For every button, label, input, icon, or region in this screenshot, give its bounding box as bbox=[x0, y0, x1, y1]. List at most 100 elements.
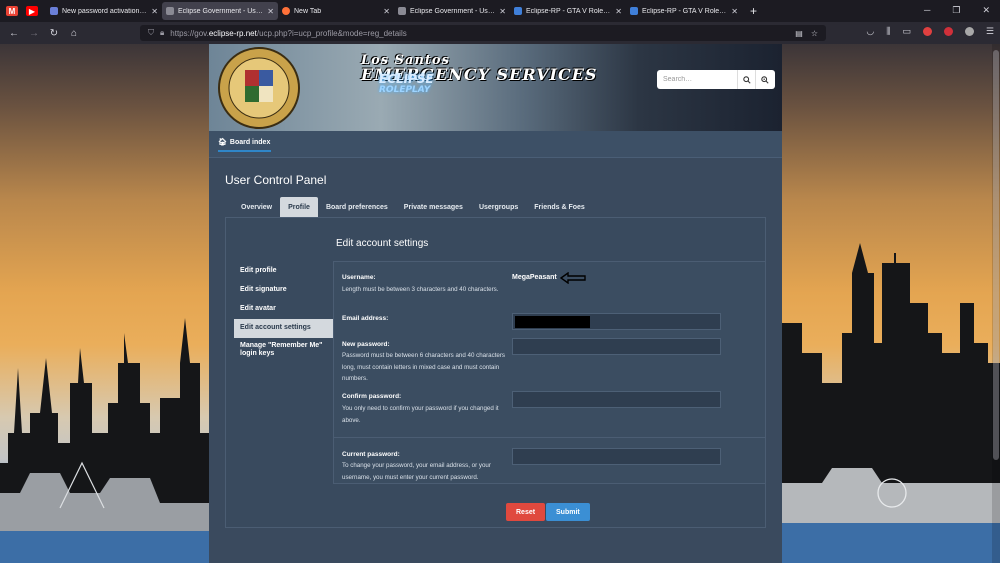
toolbar-right: ◡ ⫼ ▭ ☰ bbox=[866, 26, 994, 37]
close-window-icon[interactable]: ✕ bbox=[982, 5, 990, 16]
scrollbar-thumb[interactable] bbox=[993, 50, 999, 460]
search-button[interactable] bbox=[737, 70, 755, 89]
back-icon[interactable]: ← bbox=[4, 28, 24, 39]
menu-remember-me-keys[interactable]: Manage "Remember Me" login keys bbox=[234, 338, 336, 366]
username-value: MegaPeasant bbox=[512, 274, 557, 281]
search-icon bbox=[742, 75, 751, 84]
tab-title: Eclipse-RP - GTA V Roleplaying bbox=[642, 7, 729, 15]
tab-friends-foes[interactable]: Friends & Foes bbox=[526, 197, 593, 217]
ucp-tabs: Overview Profile Board preferences Priva… bbox=[233, 197, 593, 217]
lock-icon[interactable]: 🔒︎ bbox=[160, 28, 164, 38]
current-password-label: Current password: bbox=[342, 451, 400, 458]
arrow-left-icon bbox=[560, 272, 586, 284]
close-tab-icon[interactable]: ✕ bbox=[615, 7, 622, 16]
reload-icon[interactable]: ↻ bbox=[44, 28, 64, 39]
tab-title: Eclipse Government - User Con bbox=[410, 7, 496, 15]
tab-1[interactable]: Eclipse Government - User Con ✕ bbox=[162, 2, 278, 20]
tab-title: New password activation - dj bbox=[62, 7, 149, 15]
username-hint: Length must be between 3 characters and … bbox=[342, 286, 499, 293]
board-index-link[interactable]: 🏠︎ Board index bbox=[218, 138, 270, 147]
advanced-search-button[interactable] bbox=[755, 70, 773, 89]
eclipse-favicon-icon bbox=[630, 7, 638, 15]
close-tab-icon[interactable]: ✕ bbox=[151, 7, 158, 16]
firefox-favicon-icon bbox=[282, 7, 290, 15]
tab-overview[interactable]: Overview bbox=[233, 197, 280, 217]
tab-usergroups[interactable]: Usergroups bbox=[471, 197, 526, 217]
ucp-panel: Edit account settings Edit profile Edit … bbox=[225, 217, 766, 528]
profile-sidemenu: Edit profile Edit signature Edit avatar … bbox=[234, 262, 344, 366]
url-domain: eclipse-rp.net bbox=[208, 28, 257, 38]
tab-0[interactable]: New password activation - dj ✕ bbox=[46, 2, 162, 20]
menu-edit-profile[interactable]: Edit profile bbox=[234, 262, 336, 281]
search-input[interactable] bbox=[663, 76, 737, 83]
close-tab-icon[interactable]: ✕ bbox=[267, 7, 274, 16]
eclipse-logo-text: ECLIPSE bbox=[379, 72, 434, 86]
city-seal-logo bbox=[218, 47, 300, 129]
browser-tab-bar: M ▶ New password activation - dj ✕ Eclip… bbox=[0, 0, 1000, 22]
account-settings-form: Username: Length must be between 3 chara… bbox=[333, 261, 766, 484]
new-password-label: New password: bbox=[342, 341, 390, 348]
tab-4[interactable]: Eclipse-RP - GTA V Roleplay Se ✕ bbox=[510, 2, 626, 20]
tab-3[interactable]: Eclipse Government - User Con ✕ bbox=[394, 2, 510, 20]
gmail-icon[interactable]: M bbox=[6, 6, 18, 16]
minimize-icon[interactable]: ─ bbox=[924, 5, 930, 16]
new-password-field[interactable] bbox=[512, 338, 721, 355]
tab-2[interactable]: New Tab ✕ bbox=[278, 2, 394, 20]
eclipse-logo: ECLIPSE ROLEPLAY bbox=[379, 72, 434, 96]
forum-container: Los Santos EMERGENCY SERVICES ECLIPSE RO… bbox=[209, 44, 782, 563]
library-icon[interactable]: ⫼ bbox=[886, 26, 890, 37]
mail-favicon-icon bbox=[50, 7, 58, 15]
skyline-left-illustration bbox=[0, 318, 209, 563]
home-icon: 🏠︎ bbox=[218, 139, 227, 146]
menu-edit-account-settings[interactable]: Edit account settings bbox=[234, 319, 344, 338]
tab-profile[interactable]: Profile bbox=[280, 197, 318, 217]
tab-title: New Tab bbox=[294, 7, 322, 15]
menu-edit-avatar[interactable]: Edit avatar bbox=[234, 300, 336, 319]
menu-icon[interactable]: ☰ bbox=[986, 26, 994, 37]
close-tab-icon[interactable]: ✕ bbox=[383, 7, 390, 16]
reset-button[interactable]: Reset bbox=[506, 503, 546, 521]
redaction-block bbox=[515, 316, 590, 328]
new-tab-button[interactable]: + bbox=[742, 4, 757, 18]
confirm-password-field[interactable] bbox=[512, 391, 721, 408]
email-label: Email address: bbox=[342, 315, 389, 322]
url-prefix: https://gov. bbox=[170, 28, 209, 38]
tab-private-messages[interactable]: Private messages bbox=[396, 197, 471, 217]
forward-icon[interactable]: → bbox=[24, 28, 44, 39]
close-tab-icon[interactable]: ✕ bbox=[731, 7, 738, 16]
page-scrollbar[interactable] bbox=[992, 44, 1000, 563]
tab-title: Eclipse Government - User Con bbox=[178, 7, 264, 15]
form-divider bbox=[334, 437, 766, 438]
current-password-field[interactable] bbox=[512, 448, 721, 465]
page-title: User Control Panel bbox=[225, 173, 327, 187]
menu-edit-signature[interactable]: Edit signature bbox=[234, 281, 336, 300]
tab-board-preferences[interactable]: Board preferences bbox=[318, 197, 396, 217]
site-banner: Los Santos EMERGENCY SERVICES ECLIPSE RO… bbox=[209, 44, 782, 131]
bookmark-star-icon[interactable]: ☆ bbox=[811, 29, 818, 38]
extension-grey-icon[interactable] bbox=[964, 27, 974, 36]
email-field[interactable] bbox=[512, 313, 721, 330]
pinned-tabs: M ▶ bbox=[0, 6, 46, 16]
synced-tabs-icon[interactable]: ▭ bbox=[902, 26, 911, 37]
eclipse-logo-subtext: ROLEPLAY bbox=[379, 85, 431, 95]
url-path: /ucp.php?i=ucp_profile&mode=reg_details bbox=[256, 28, 407, 38]
advanced-search-icon bbox=[760, 75, 769, 84]
reader-view-icon[interactable]: ▤ bbox=[795, 29, 803, 38]
close-tab-icon[interactable]: ✕ bbox=[499, 7, 506, 16]
maximize-icon[interactable]: ❐ bbox=[952, 5, 960, 16]
tab-title: Eclipse-RP - GTA V Roleplay Se bbox=[526, 7, 613, 15]
extension-red-icon[interactable] bbox=[922, 27, 932, 36]
confirm-password-label: Confirm password: bbox=[342, 393, 402, 400]
extension-ublock-icon[interactable] bbox=[943, 27, 953, 36]
youtube-icon[interactable]: ▶ bbox=[26, 6, 38, 16]
board-index-underline bbox=[218, 150, 271, 152]
url-bar[interactable]: ⛉ 🔒︎ https://gov.eclipse-rp.net/ucp.php?… bbox=[140, 25, 826, 41]
home-icon[interactable]: ⌂ bbox=[64, 28, 84, 39]
confirm-password-hint: You only need to confirm your password i… bbox=[342, 405, 499, 424]
shield-icon[interactable]: ⛉ bbox=[148, 28, 154, 38]
eclipse-favicon-icon bbox=[514, 7, 522, 15]
page-viewport: Los Santos EMERGENCY SERVICES ECLIPSE RO… bbox=[0, 44, 1000, 563]
pocket-icon[interactable]: ◡ bbox=[866, 26, 874, 37]
tab-5[interactable]: Eclipse-RP - GTA V Roleplaying ✕ bbox=[626, 2, 742, 20]
submit-button[interactable]: Submit bbox=[546, 503, 590, 521]
